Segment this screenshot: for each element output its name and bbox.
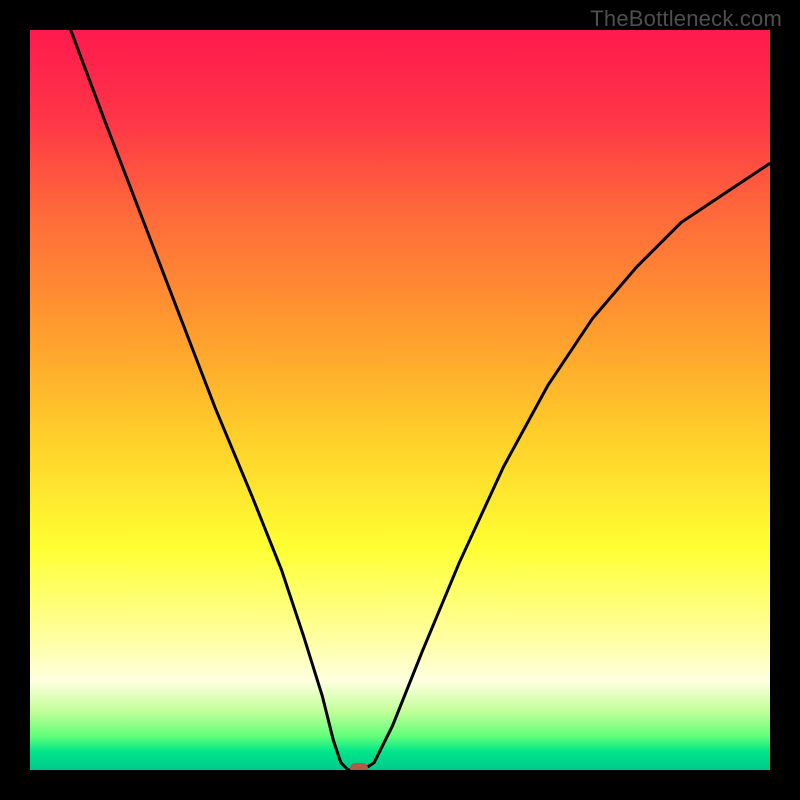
gradient-background	[30, 30, 770, 770]
chart-frame: TheBottleneck.com	[0, 0, 800, 800]
plot-area	[30, 30, 770, 770]
watermark-text: TheBottleneck.com	[590, 6, 782, 32]
optimal-point-marker	[350, 763, 368, 770]
